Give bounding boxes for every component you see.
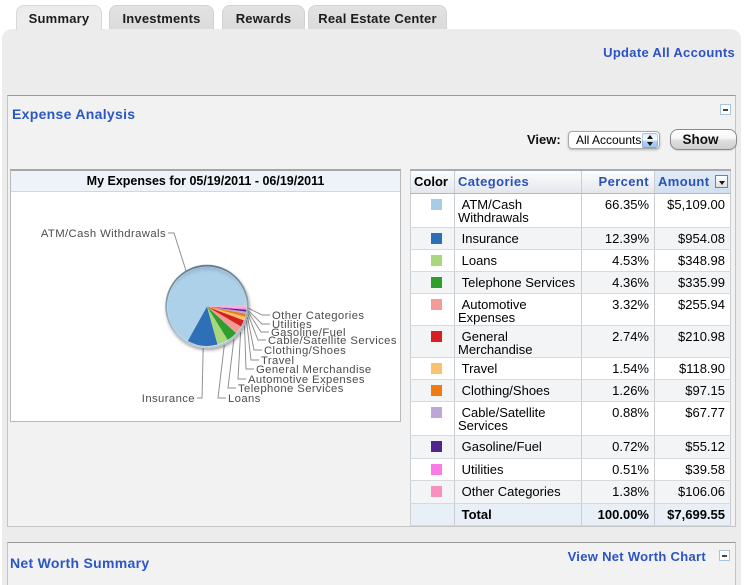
- svg-text:Insurance: Insurance: [142, 393, 195, 405]
- svg-text:Other Categories: Other Categories: [272, 310, 364, 322]
- svg-text:ATM/Cash Withdrawals: ATM/Cash Withdrawals: [41, 228, 166, 240]
